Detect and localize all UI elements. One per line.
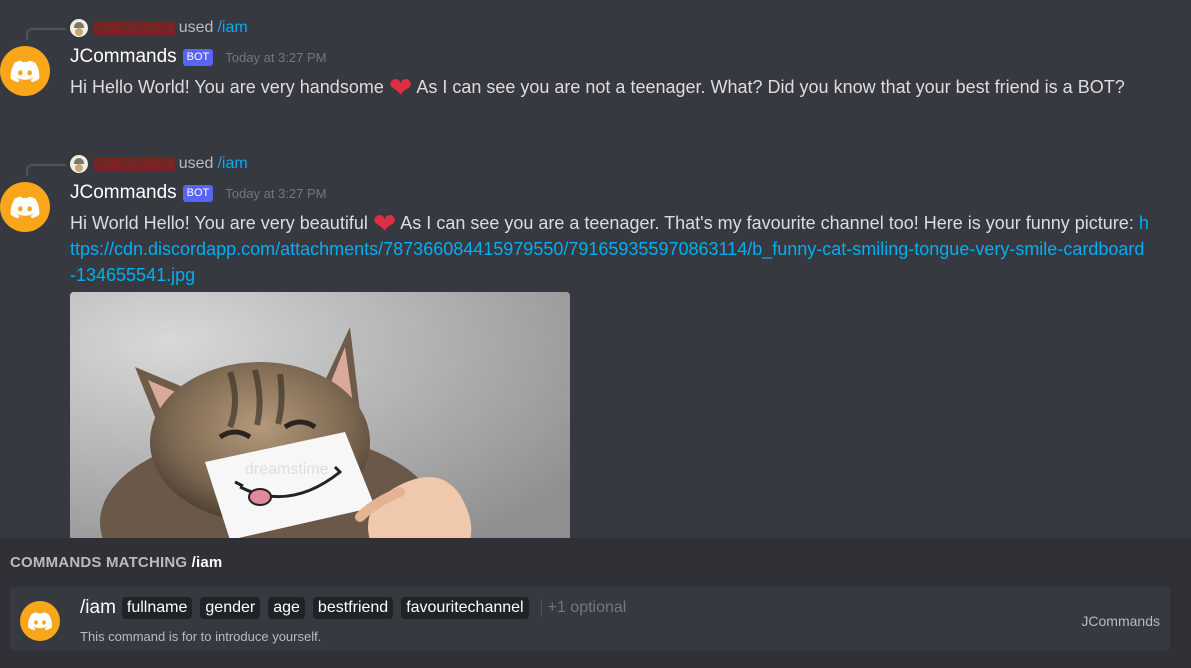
popup-title-prefix: COMMANDS MATCHING — [10, 554, 192, 571]
cat-image: dreamstime — [70, 292, 570, 540]
optional-count: +1 optional — [547, 599, 627, 616]
app-avatar — [20, 601, 60, 641]
message-content: Hi World Hello! You are very beautiful ❤… — [70, 210, 1150, 288]
message-text-part1: Hi World Hello! You are very beautiful — [70, 213, 373, 233]
timestamp[interactable]: Today at 3:27 PM — [225, 186, 326, 201]
message-header: JCommands BOT Today at 3:27 PM — [70, 182, 326, 204]
command-name: /iam — [80, 597, 116, 618]
option-bestfriend[interactable]: bestfriend — [312, 597, 394, 619]
command-option-iam[interactable]: /iam fullname gender age bestfriend favo… — [10, 587, 1170, 651]
command-signature: /iam fullname gender age bestfriend favo… — [80, 597, 626, 619]
image-watermark: dreamstime — [245, 461, 329, 478]
command-autocomplete-popup: COMMANDS MATCHING /iam /iam fullname gen… — [0, 538, 1191, 668]
bot-tag: BOT — [182, 184, 214, 202]
username[interactable]: JCommands — [70, 182, 177, 204]
cat-image-attachment[interactable]: dreamstime — [70, 292, 570, 540]
popup-title-query: /iam — [191, 554, 223, 571]
discord-logo-icon — [10, 196, 40, 219]
popup-title: COMMANDS MATCHING /iam — [10, 554, 222, 571]
option-age[interactable]: age — [268, 597, 305, 619]
replier-name[interactable]: SENSEY — [94, 157, 175, 171]
command-reply[interactable]: SENSEY used /iam — [70, 153, 248, 175]
chat-area: SENSEY used /iam JCommands BOT Today at … — [0, 0, 1191, 540]
command-description: This command is for to introduce yoursel… — [80, 629, 322, 644]
option-fullname[interactable]: fullname — [121, 597, 193, 619]
reply-connector — [26, 164, 66, 176]
divider — [540, 599, 542, 617]
option-favouritechannel[interactable]: favouritechannel — [401, 597, 529, 619]
discord-logo-icon — [28, 612, 52, 631]
command-app-name: JCommands — [1081, 613, 1160, 629]
heart-icon[interactable]: ❤ — [373, 208, 396, 239]
option-gender[interactable]: gender — [200, 597, 261, 619]
message-text-part2: As I can see you are a teenager. That's … — [396, 213, 1139, 233]
command-reference[interactable]: /iam — [217, 155, 247, 173]
replier-avatar[interactable] — [70, 155, 88, 173]
message-2: SENSEY used /iam JCommands BOT Today at … — [0, 0, 1191, 540]
used-label: used — [178, 155, 214, 172]
bot-avatar[interactable] — [0, 182, 50, 232]
